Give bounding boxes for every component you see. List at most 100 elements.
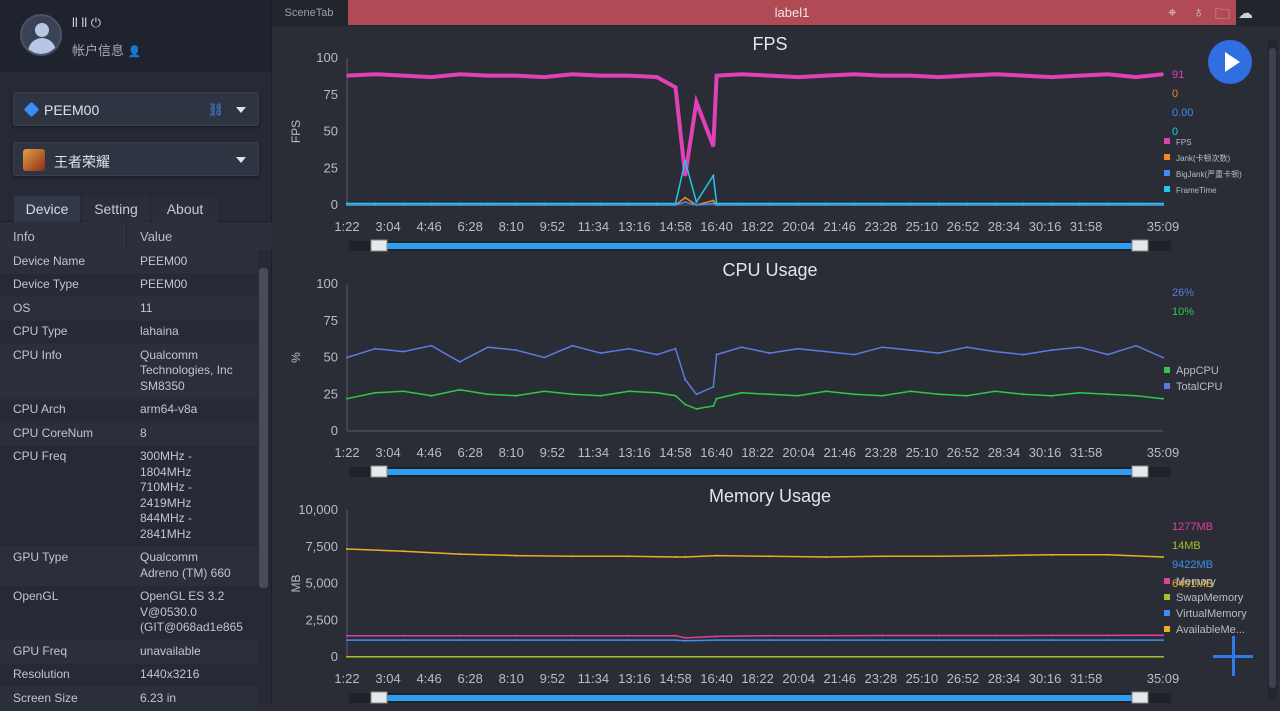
tab-setting[interactable]: Setting xyxy=(83,196,149,222)
folder-icon[interactable]: 🗀 xyxy=(1215,4,1230,29)
legend-label[interactable]: BigJank(严重卡顿) xyxy=(1176,169,1242,179)
data-point xyxy=(684,639,687,642)
x-tick-label: 20:04 xyxy=(782,671,815,686)
data-point xyxy=(374,202,377,205)
pin-icon[interactable]: ♁ xyxy=(1193,4,1204,21)
data-point xyxy=(684,556,687,559)
range-slider-handle-left[interactable] xyxy=(370,691,388,704)
x-tick-label: 6:28 xyxy=(458,445,483,460)
legend-label[interactable]: AppCPU xyxy=(1176,365,1219,377)
location-icon[interactable]: ⌖ xyxy=(1168,4,1176,21)
x-tick-label: 14:58 xyxy=(659,219,692,234)
legend-swatch[interactable] xyxy=(1164,367,1170,373)
legend-label[interactable]: SwapMemory xyxy=(1176,592,1244,604)
x-tick-label: 16:40 xyxy=(700,445,733,460)
table-row: CPU Arch arm64-v8a xyxy=(0,399,258,422)
data-point xyxy=(346,655,348,658)
legend-label[interactable]: AvailableMe... xyxy=(1176,624,1245,636)
row-key: OpenGL xyxy=(13,589,59,603)
info-table: Device Name PEEM00 Device Type PEEM00 OS 11 CP… xyxy=(0,250,258,711)
row-value: OpenGL ES 3.2 V@0530.0 (GIT@068ad1e865 xyxy=(140,589,243,634)
x-tick-label: 25:10 xyxy=(906,219,939,234)
data-point xyxy=(599,74,602,77)
android-device-icon xyxy=(23,101,40,118)
data-point xyxy=(458,388,461,391)
legend-swatch[interactable] xyxy=(1164,578,1170,584)
x-tick-label: 3:04 xyxy=(375,219,400,234)
y-tick-label: 75 xyxy=(324,313,338,328)
data-point xyxy=(402,74,405,77)
data-point xyxy=(684,159,687,162)
data-point xyxy=(346,397,348,400)
chart-1: 0 25 50 75 100% 1:22 3:04 4:46 6:28 8:10 9:52 11:34… xyxy=(289,276,1223,478)
tab-about[interactable]: About xyxy=(152,196,218,222)
legend-label[interactable]: TotalCPU xyxy=(1176,381,1223,393)
tab-device[interactable]: Device xyxy=(14,196,80,222)
legend-label[interactable]: Memory xyxy=(1176,576,1216,588)
legend-label[interactable]: VirtualMemory xyxy=(1176,608,1247,620)
range-slider-handle-left[interactable] xyxy=(370,239,388,252)
range-slider-fill[interactable] xyxy=(378,469,1140,475)
legend-swatch[interactable] xyxy=(1164,610,1170,616)
app-select[interactable]: 王者荣耀 xyxy=(13,142,259,176)
table-row: Resolution 1440x3216 xyxy=(0,664,258,687)
label-tab[interactable]: label1 xyxy=(348,0,1236,25)
data-point xyxy=(346,547,348,550)
legend-swatch[interactable] xyxy=(1164,138,1170,144)
data-point xyxy=(515,349,518,352)
legend-label[interactable]: FrameTime xyxy=(1176,186,1217,195)
x-tick-label: 31:58 xyxy=(1070,219,1103,234)
data-point xyxy=(1022,74,1025,77)
x-tick-label: 16:40 xyxy=(700,671,733,686)
connection-icon[interactable]: ⛓ xyxy=(207,102,224,118)
data-point xyxy=(674,202,677,205)
table-row: CPU Freq 300MHz - 1804MHz 710MHz - 2419MH… xyxy=(0,446,258,547)
data-point xyxy=(1135,394,1138,397)
x-tick-label: 31:58 xyxy=(1070,671,1103,686)
data-point xyxy=(937,352,940,355)
device-select[interactable]: PEEM00 ⛓ xyxy=(13,92,259,126)
row-key: OS xyxy=(13,300,31,315)
account-info-link[interactable]: 帐户信息 👤 xyxy=(72,40,141,59)
data-point xyxy=(994,350,997,353)
x-tick-label: 21:46 xyxy=(823,219,856,234)
table-row: GPU Freq unavailable xyxy=(0,640,258,664)
table-row: Device Name PEEM00 xyxy=(0,250,258,274)
legend-swatch[interactable] xyxy=(1164,170,1170,176)
range-slider-fill[interactable] xyxy=(378,243,1140,249)
main-scrollbar[interactable] xyxy=(1268,40,1277,700)
legend-swatch[interactable] xyxy=(1164,154,1170,160)
data-point xyxy=(965,74,968,77)
data-point xyxy=(402,550,405,553)
legend-label[interactable]: Jank(卡顿次数) xyxy=(1176,153,1231,163)
x-tick-label: 8:10 xyxy=(499,219,524,234)
data-point xyxy=(796,202,799,205)
legend-swatch[interactable] xyxy=(1164,383,1170,389)
data-point xyxy=(712,202,715,205)
data-point xyxy=(430,344,433,347)
range-slider-fill[interactable] xyxy=(378,695,1140,701)
x-tick-label: 9:52 xyxy=(540,219,565,234)
legend-label[interactable]: FPS xyxy=(1176,138,1192,147)
data-point xyxy=(1135,202,1138,205)
left-scrollbar[interactable] xyxy=(259,268,268,588)
data-point xyxy=(674,634,677,637)
cloud-icon[interactable]: ☁ xyxy=(1238,4,1253,22)
add-button[interactable] xyxy=(1213,636,1253,676)
data-point xyxy=(515,655,518,658)
scene-tab[interactable]: SceneTab xyxy=(272,0,346,26)
data-point xyxy=(674,556,677,559)
range-slider-handle-right[interactable] xyxy=(1131,239,1149,252)
data-point xyxy=(1162,655,1164,658)
legend-swatch[interactable] xyxy=(1164,626,1170,632)
range-slider-handle-right[interactable] xyxy=(1131,691,1149,704)
x-tick-label: 6:28 xyxy=(458,219,483,234)
avatar[interactable] xyxy=(20,14,62,56)
play-button[interactable] xyxy=(1208,40,1252,84)
legend-swatch[interactable] xyxy=(1164,594,1170,600)
range-slider-handle-right[interactable] xyxy=(1131,465,1149,478)
legend-swatch[interactable] xyxy=(1164,186,1170,192)
range-slider-handle-left[interactable] xyxy=(370,465,388,478)
data-point xyxy=(543,202,546,205)
x-tick-label: 13:16 xyxy=(618,219,651,234)
